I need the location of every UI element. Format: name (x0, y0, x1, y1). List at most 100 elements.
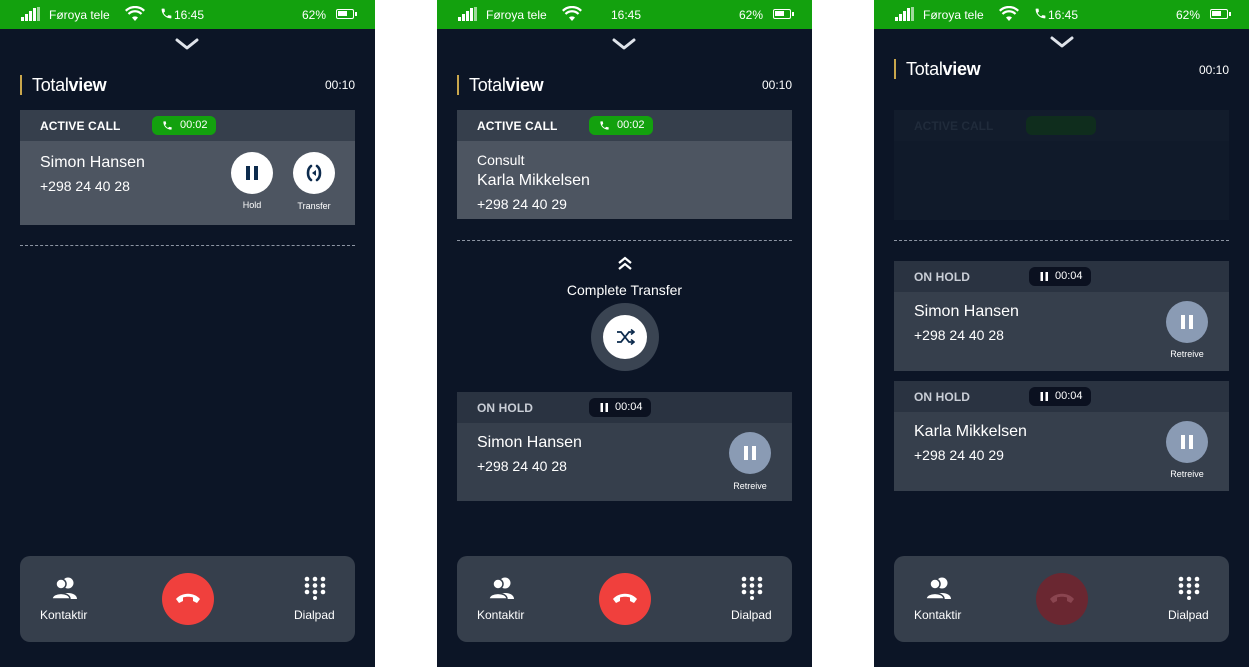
dialpad-label[interactable]: Dialpad (731, 608, 772, 622)
caller-name: Karla Mikkelsen (914, 423, 1027, 440)
status-bar: Føroya tele 16:45 62% (437, 0, 812, 29)
active-call-label: ACTIVE CALL (914, 119, 994, 133)
signal-icon (458, 7, 478, 21)
retrieve-label: Retreive (733, 481, 767, 491)
hang-up-icon (1050, 593, 1074, 603)
dialpad-icon[interactable] (741, 576, 763, 600)
dialpad-label[interactable]: Dialpad (1168, 608, 1209, 622)
call-timer: 00:10 (324, 78, 355, 92)
chevron-up-double-icon (618, 256, 632, 270)
hang-up-button (1036, 573, 1088, 625)
pause-icon (1181, 435, 1193, 449)
status-bar: Føroya tele 16:45 62% (0, 0, 375, 29)
chevron-down-icon[interactable] (1050, 36, 1074, 50)
dialpad-label[interactable]: Dialpad (294, 608, 335, 622)
phone-icon (1035, 8, 1046, 19)
contacts-label[interactable]: Kontaktir (40, 608, 87, 622)
battery-icon (1210, 9, 1231, 19)
hang-up-icon (176, 593, 200, 603)
dialpad-icon[interactable] (304, 576, 326, 600)
hold-duration-badge: 00:04 (1029, 267, 1091, 286)
retrieve-label: Retreive (1170, 349, 1204, 359)
carrier-name: Føroya tele (923, 8, 984, 22)
pause-icon (1181, 315, 1193, 329)
transfer-button[interactable] (293, 152, 335, 194)
wifi-icon (562, 6, 582, 21)
battery-percent: 62% (1176, 8, 1201, 22)
carrier-name: Føroya tele (49, 8, 110, 22)
phone-icon (163, 121, 172, 130)
call-duration-badge (1026, 116, 1096, 135)
wifi-icon (999, 6, 1019, 21)
totalview-logo: Totalview (457, 75, 544, 95)
hold-button[interactable] (231, 152, 273, 194)
phone-icon (161, 8, 172, 19)
divider (457, 240, 792, 241)
contacts-icon[interactable] (488, 576, 516, 600)
caller-name: Simon Hansen (914, 303, 1019, 320)
dialpad-icon[interactable] (1178, 576, 1200, 600)
clock: 16:45 (611, 8, 642, 22)
contacts-label[interactable]: Kontaktir (477, 608, 524, 622)
phone-icon (600, 121, 609, 130)
status-bar: Føroya tele 16:45 62% (874, 0, 1249, 29)
complete-transfer-button[interactable] (603, 315, 647, 359)
retrieve-button[interactable] (1166, 421, 1208, 463)
bottom-bar: Kontaktir Dialpad (894, 556, 1229, 642)
chevron-down-icon[interactable] (175, 38, 199, 52)
phone-screen-two-on-hold: Føroya tele 16:45 62% Totalview 00:10 AC… (874, 0, 1249, 667)
signal-icon (895, 7, 915, 21)
contacts-label[interactable]: Kontaktir (914, 608, 961, 622)
divider (20, 245, 355, 246)
transfer-label: Transfer (297, 201, 331, 211)
call-duration-badge: 00:02 (589, 116, 653, 135)
hang-up-button[interactable] (599, 573, 651, 625)
caller-number: +298 24 40 28 (477, 458, 567, 474)
on-hold-card: ON HOLD 00:04 Simon Hansen +298 24 40 28… (894, 261, 1229, 371)
complete-transfer-label: Complete Transfer (566, 282, 683, 298)
hang-up-button[interactable] (162, 573, 214, 625)
chevron-down-icon[interactable] (612, 38, 636, 52)
on-hold-label: ON HOLD (914, 390, 971, 404)
pause-icon (246, 166, 258, 180)
active-call-card: ACTIVE CALL 00:02 Simon Hansen +298 24 4… (20, 110, 355, 225)
caller-number: +298 24 40 29 (477, 196, 567, 212)
signal-icon (21, 7, 41, 21)
caller-number: +298 24 40 28 (40, 178, 130, 194)
battery-percent: 62% (302, 8, 327, 22)
bottom-bar: Kontaktir Dialpad (457, 556, 792, 642)
on-hold-label: ON HOLD (477, 401, 534, 415)
carrier-name: Føroya tele (486, 8, 547, 22)
consult-label: Consult (477, 152, 525, 168)
clock: 16:45 (174, 8, 205, 22)
active-call-card-faded: ACTIVE CALL (894, 110, 1229, 220)
battery-icon (773, 9, 794, 19)
caller-number: +298 24 40 28 (914, 327, 1004, 343)
retrieve-button[interactable] (1166, 301, 1208, 343)
battery-icon (336, 9, 357, 19)
on-hold-card: ON HOLD 00:04 Simon Hansen +298 24 40 28… (457, 392, 792, 501)
totalview-logo: Totalview (20, 75, 107, 95)
phone-screen-active-call: Føroya tele 16:45 62% Totalview 00:10 AC… (0, 0, 375, 667)
caller-number: +298 24 40 29 (914, 447, 1004, 463)
totalview-logo: Totalview (894, 59, 981, 79)
hold-duration-badge: 00:04 (1029, 387, 1091, 406)
call-timer: 00:10 (761, 78, 792, 92)
battery-percent: 62% (739, 8, 764, 22)
caller-name: Karla Mikkelsen (477, 172, 590, 189)
call-duration-badge: 00:02 (152, 116, 216, 135)
pause-icon (744, 446, 756, 460)
contacts-icon[interactable] (51, 576, 79, 600)
caller-name: Simon Hansen (40, 154, 145, 171)
transfer-icon (306, 164, 322, 182)
pause-icon (600, 403, 608, 412)
retrieve-button[interactable] (729, 432, 771, 474)
active-call-label: ACTIVE CALL (40, 119, 121, 133)
active-call-card: ACTIVE CALL 00:02 Consult Karla Mikkelse… (457, 110, 792, 219)
hang-up-icon (613, 593, 637, 603)
contacts-icon[interactable] (925, 576, 953, 600)
hold-label: Hold (242, 200, 262, 210)
caller-name: Simon Hansen (477, 434, 582, 451)
wifi-icon (125, 6, 145, 21)
pause-icon (1040, 392, 1048, 401)
